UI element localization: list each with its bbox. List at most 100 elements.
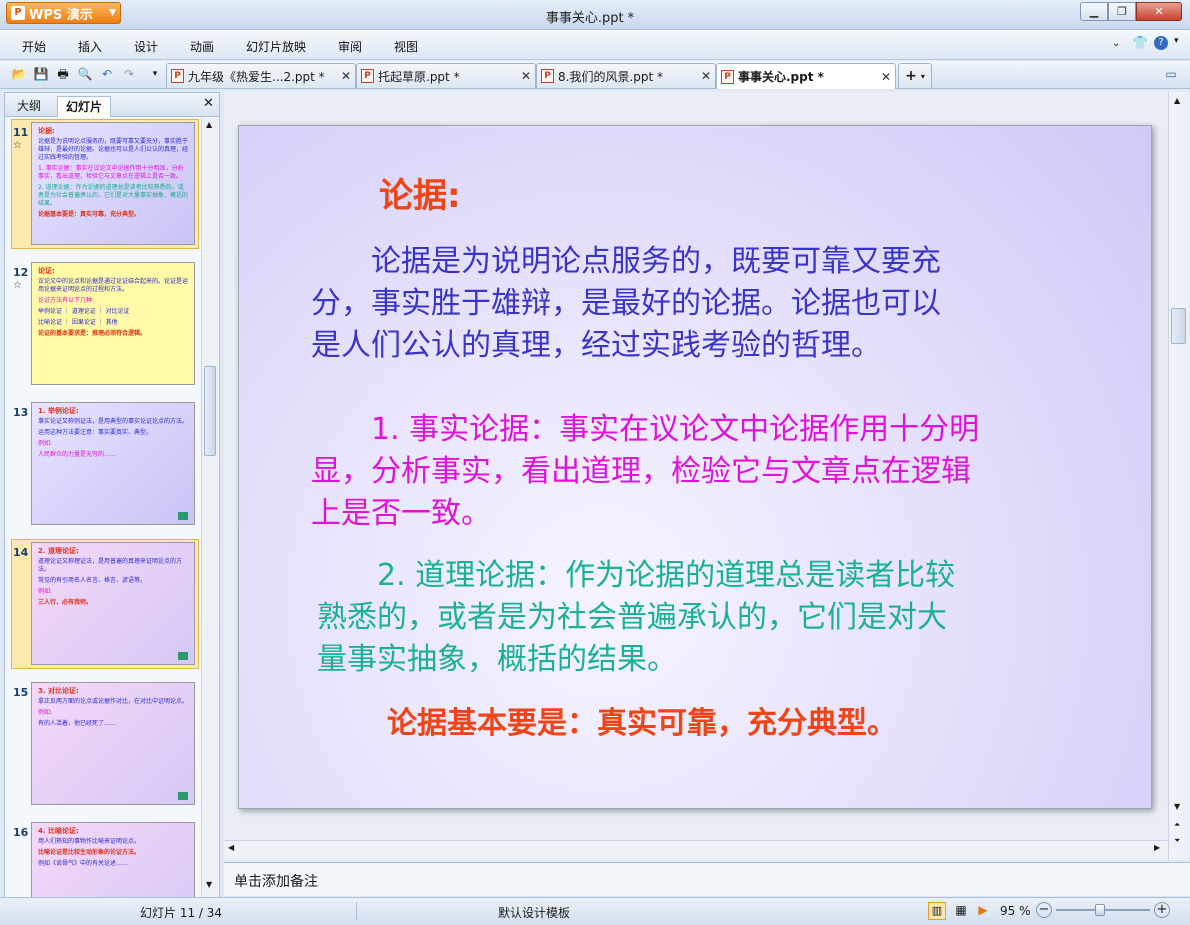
- scroll-thumb[interactable]: [204, 366, 216, 456]
- tab-outline[interactable]: 大纲: [9, 96, 49, 117]
- quick-access-and-tabs: 📂 💾 🖶 🔍 ↶ ↷ ▾ P 九年级《热爱生...2.ppt * ✕ P 托起…: [0, 61, 1190, 89]
- vertical-scrollbar[interactable]: ▲ ▼ ⏶ ⏷: [1168, 92, 1188, 860]
- para2-line3: 上是否一致。: [311, 496, 491, 531]
- doc-tab-label: 事事关心.ppt *: [738, 70, 824, 84]
- ppt-file-icon: P: [361, 69, 374, 83]
- window-list-icon[interactable]: ▭: [1162, 65, 1180, 83]
- zoom-out-button[interactable]: −: [1036, 902, 1052, 918]
- slideshow-view-icon[interactable]: ▶: [974, 902, 992, 920]
- ppt-file-icon: P: [541, 69, 554, 83]
- doc-tab-3[interactable]: P 8.我们的风景.ppt * ✕: [536, 63, 716, 88]
- doc-tab-active[interactable]: P 事事关心.ppt * ✕: [716, 63, 896, 89]
- app-brand: WPS 演示: [29, 7, 93, 23]
- save-icon[interactable]: 💾: [32, 65, 50, 83]
- slide-canvas[interactable]: 论据: 论据是为说明论点服务的，既要可靠又要充 分，事实胜于雄辩，是最好的论据。…: [238, 125, 1152, 809]
- thumbnail-preview: 2. 道理论证: 道理论证又称理证法，是用普遍的真理来证明论点的方法。 常见的有引用…: [31, 542, 195, 665]
- new-tab-button[interactable]: + ▾: [898, 63, 932, 88]
- para3-line1: 2. 道理论据：作为论据的道理总是读者比较: [317, 558, 956, 593]
- menu-insert[interactable]: 插入: [78, 38, 102, 55]
- doc-tab-1[interactable]: P 九年级《热爱生...2.ppt * ✕: [166, 63, 356, 88]
- ppt-file-icon: P: [721, 69, 734, 84]
- customize-toolbar-icon[interactable]: ▾: [146, 65, 164, 83]
- maximize-button[interactable]: ❐: [1108, 2, 1136, 21]
- chevron-down-icon: ▾: [920, 71, 925, 81]
- ppt-file-icon: P: [171, 69, 184, 83]
- menu-review[interactable]: 审阅: [338, 38, 362, 55]
- scroll-left-icon[interactable]: ◀: [228, 843, 234, 852]
- notes-placeholder[interactable]: 单击添加备注: [234, 871, 318, 891]
- thumbnail-text: 议论文中的论点和论据是通过论证结合起来的。论证是运用论据来证明论点的过程和方法。: [38, 278, 189, 293]
- slide-thumbnail[interactable]: 13 1. 举例论证: 事实论证又称例证法，是用典型的事实论证论点的方法。 运用这种方…: [11, 402, 199, 530]
- ribbon-collapse-icon[interactable]: ⌄: [1112, 38, 1120, 49]
- slide-counter: 幻灯片 11 / 34: [140, 906, 223, 920]
- minimize-button[interactable]: ▁: [1080, 2, 1108, 21]
- scroll-right-icon[interactable]: ▶: [1154, 843, 1160, 852]
- doc-tab-2[interactable]: P 托起草原.ppt * ✕: [356, 63, 536, 88]
- pane-scrollbar[interactable]: ▲ ▼: [201, 118, 218, 898]
- thumbnail-text: 例如:: [38, 588, 53, 595]
- close-tab-icon[interactable]: ✕: [881, 70, 891, 84]
- para1-line2: 分，事实胜于雄辩，是最好的论据。论据也可以: [311, 286, 941, 321]
- close-tab-icon[interactable]: ✕: [701, 69, 711, 83]
- skin-icon[interactable]: 👕: [1132, 36, 1148, 51]
- close-window-button[interactable]: ✕: [1136, 2, 1182, 21]
- sorter-view-icon[interactable]: ▦: [952, 902, 970, 920]
- zoom-slider-thumb[interactable]: [1095, 904, 1105, 916]
- close-tab-icon[interactable]: ✕: [521, 69, 531, 83]
- slide-thumbnail[interactable]: 16 4. 比喻论证: 用人们熟知的事物作比喻来证明论点。 比喻论证是比较生动形象的论…: [11, 822, 199, 898]
- pane-tabs: 大纲 幻灯片 ✕: [5, 93, 219, 117]
- slide-thumbnail[interactable]: 15 3. 对比论证: 拿正反两方面的论点或论据作对比，在对比中证明论点。 例如: 有的…: [11, 682, 199, 810]
- help-dropdown-icon[interactable]: ▾: [1174, 36, 1179, 46]
- scroll-up-icon[interactable]: ▲: [1174, 96, 1180, 105]
- help-icon[interactable]: ?: [1154, 36, 1168, 50]
- divider: [356, 902, 357, 920]
- slide-editor: 论据: 论据是为说明论点服务的，既要可靠又要充 分，事实胜于雄辩，是最好的论据。…: [224, 92, 1190, 860]
- thumbnail-preview: 3. 对比论证: 拿正反两方面的论点或论据作对比，在对比中证明论点。 例如: 有的人活…: [31, 682, 195, 805]
- plus-icon: +: [905, 68, 917, 84]
- print-icon[interactable]: 🖶: [54, 65, 72, 83]
- scroll-up-icon[interactable]: ▲: [206, 120, 212, 129]
- slide-thumbnail[interactable]: 12 ☆ 论证: 议论文中的论点和论据是通过论证结合起来的。论证是运用论据来证明论点的…: [11, 262, 199, 390]
- thumbnail-text: 2. 道理论据：作为论据的道理总是读者比较熟悉的，或者是为社会普遍承认的，它们是…: [38, 184, 189, 207]
- thumbnail-text: 人民群众的力量是无穷的……: [38, 451, 117, 458]
- window-title: 事事关心.ppt *: [545, 11, 635, 26]
- doc-tab-label: 托起草原.ppt *: [378, 69, 460, 84]
- menu-design[interactable]: 设计: [134, 38, 158, 55]
- undo-icon[interactable]: ↶: [98, 65, 116, 83]
- action-button-icon: [178, 652, 188, 660]
- open-icon[interactable]: 📂: [10, 65, 28, 83]
- wps-logo-icon: P: [11, 6, 25, 20]
- menu-animation[interactable]: 动画: [190, 38, 214, 55]
- thumbnail-text: 论证方法有以下几种:: [38, 297, 95, 304]
- redo-icon[interactable]: ↷: [120, 65, 138, 83]
- scroll-thumb[interactable]: [1171, 308, 1186, 344]
- close-pane-icon[interactable]: ✕: [203, 96, 214, 111]
- thumbnail-text: 论证:: [38, 267, 55, 275]
- thumbnail-text: 拿正反两方面的论点或论据作对比，在对比中证明论点。: [38, 698, 189, 705]
- zoom-in-button[interactable]: +: [1154, 902, 1170, 918]
- scroll-down-icon[interactable]: ▼: [1174, 802, 1180, 811]
- close-tab-icon[interactable]: ✕: [341, 69, 351, 83]
- slide-thumbnail[interactable]: 11 ☆ 论据: 论据是为说明论点服务的，既要可靠又要充分，事实胜于雄辩，是最好的论据…: [11, 119, 199, 250]
- animation-star-icon: ☆: [13, 140, 22, 151]
- tab-slides[interactable]: 幻灯片: [57, 96, 112, 117]
- horizontal-scrollbar[interactable]: ◀ ▶: [224, 840, 1168, 858]
- slide-number: 14: [13, 546, 29, 559]
- thumbnail-text: 道理论证又称理证法，是用普遍的真理来证明论点的方法。: [38, 558, 183, 573]
- title-bar: P WPS 演示 ▼ 事事关心.ppt * ▁ ❐ ✕: [0, 0, 1190, 30]
- wps-menu-button[interactable]: P WPS 演示 ▼: [6, 2, 121, 24]
- normal-view-icon[interactable]: ▥: [928, 902, 946, 920]
- zoom-level: 95 %: [1000, 904, 1031, 918]
- next-slide-icon[interactable]: ⏷: [1174, 836, 1180, 846]
- menu-view[interactable]: 视图: [394, 38, 418, 55]
- thumbnail-text: 三人行，必有我师。: [38, 599, 93, 606]
- thumbnail-preview: 1. 举例论证: 事实论证又称例证法，是用典型的事实论证论点的方法。 运用这种方法要…: [31, 402, 195, 525]
- slide-thumbnail[interactable]: 14 2. 道理论证: 道理论证又称理证法，是用普遍的真理来证明论点的方法。 常见的有…: [11, 539, 199, 670]
- scroll-down-icon[interactable]: ▼: [206, 880, 212, 889]
- notes-pane[interactable]: 单击添加备注: [224, 862, 1190, 896]
- menu-slideshow[interactable]: 幻灯片放映: [246, 38, 306, 55]
- thumbnail-text: 举例论证 ｜ 道理论证 ｜ 对比论证: [38, 308, 130, 315]
- print-preview-icon[interactable]: 🔍: [76, 65, 94, 83]
- menu-home[interactable]: 开始: [22, 38, 46, 55]
- previous-slide-icon[interactable]: ⏶: [1174, 820, 1180, 830]
